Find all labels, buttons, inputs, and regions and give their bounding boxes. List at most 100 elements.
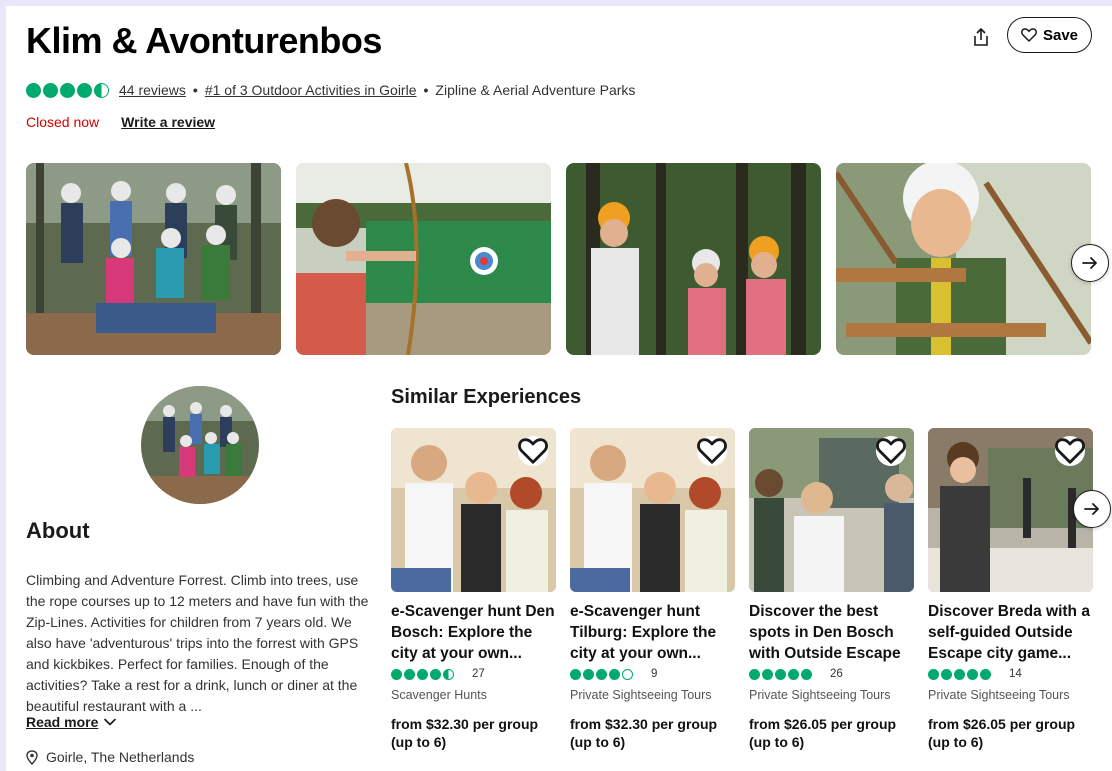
- about-heading: About: [26, 518, 90, 543]
- rating-bubble: [980, 668, 991, 680]
- card-review-count: 26: [830, 668, 843, 680]
- share-button[interactable]: [964, 20, 998, 54]
- rating-bubble: [775, 668, 786, 680]
- heart-icon: [876, 438, 906, 464]
- location-pin-icon: [26, 749, 38, 765]
- location-text: Goirle, The Netherlands: [46, 749, 195, 765]
- rating-bubbles: [570, 668, 633, 680]
- rating-bubble: [596, 668, 607, 680]
- rating-bubble: [26, 82, 41, 98]
- card-category: Private Sightseeing Tours: [570, 688, 712, 702]
- attraction-page: Klim & Avonturenbos Save 44 reviews • #1…: [6, 6, 1112, 771]
- experience-card[interactable]: e-Scavenger hunt Tilburg: Explore the ci…: [570, 428, 735, 751]
- rating-bubble: [941, 668, 952, 680]
- gallery-photo-forest[interactable]: [566, 163, 821, 355]
- rating-bubbles: [391, 668, 454, 680]
- heart-icon: [1055, 438, 1085, 464]
- rating-bubble: [954, 668, 965, 680]
- card-image[interactable]: [570, 428, 735, 592]
- category-text: Zipline & Aerial Adventure Parks: [435, 82, 636, 98]
- attraction-avatar: [141, 386, 259, 504]
- status-row: Closed now Write a review: [26, 114, 215, 130]
- rating-bubble: [967, 668, 978, 680]
- card-rating: 27: [391, 668, 556, 680]
- rating-bubble: [801, 668, 812, 680]
- card-image[interactable]: [928, 428, 1093, 592]
- card-title[interactable]: Discover Breda with a self-guided Outsid…: [928, 601, 1093, 664]
- rating-bubbles: [26, 82, 109, 98]
- card-rating: 9: [570, 668, 735, 680]
- separator: •: [192, 82, 198, 98]
- rating-bubble: [430, 668, 441, 680]
- rating-bubble: [583, 668, 594, 680]
- card-save-button[interactable]: [876, 436, 906, 466]
- card-review-count: 27: [472, 668, 485, 680]
- rating-bubble: [404, 668, 415, 680]
- read-more-label: Read more: [26, 714, 99, 730]
- experience-card[interactable]: Discover the best spots in Den Bosch wit…: [749, 428, 914, 751]
- rating-bubble: [928, 668, 939, 680]
- location-row: Goirle, The Netherlands: [26, 749, 194, 765]
- ranking-link[interactable]: #1 of 3 Outdoor Activities in Goirle: [205, 82, 417, 98]
- rating-bubble: [77, 82, 92, 98]
- card-rating: 14: [928, 668, 1093, 680]
- heart-icon: [518, 438, 548, 464]
- rating-bubble: [749, 668, 760, 680]
- similar-heading: Similar Experiences: [391, 386, 582, 408]
- card-title[interactable]: e-Scavenger hunt Tilburg: Explore the ci…: [570, 601, 735, 664]
- gallery-photo-group[interactable]: [26, 163, 281, 355]
- heart-icon: [697, 438, 727, 464]
- card-category: Private Sightseeing Tours: [749, 688, 891, 702]
- card-save-button[interactable]: [518, 436, 548, 466]
- heart-icon: [1021, 28, 1037, 42]
- save-label: Save: [1042, 26, 1079, 44]
- separator: •: [423, 82, 429, 98]
- read-more-button[interactable]: Read more: [26, 714, 117, 730]
- experience-card[interactable]: Discover Breda with a self-guided Outsid…: [928, 428, 1093, 751]
- page-title: Klim & Avonturenbos: [26, 20, 382, 61]
- gallery-photo-archery[interactable]: [296, 163, 551, 355]
- rating-bubble: [43, 82, 58, 98]
- card-rating: 26: [749, 668, 914, 680]
- rating-bubble: [391, 668, 402, 680]
- about-description: Climbing and Adventure Forrest. Climb in…: [26, 572, 369, 714]
- write-review-link[interactable]: Write a review: [121, 114, 215, 130]
- card-save-button[interactable]: [697, 436, 727, 466]
- rating-bubble: [609, 668, 620, 680]
- card-review-count: 9: [651, 668, 658, 680]
- card-category: Private Sightseeing Tours: [928, 688, 1070, 702]
- card-price: from $32.30 per group (up to 6): [570, 716, 718, 750]
- rating-bubble: [788, 668, 799, 680]
- card-image[interactable]: [391, 428, 556, 592]
- arrow-right-icon: [1082, 257, 1097, 269]
- gallery-photo-climbing-kid[interactable]: [836, 163, 1091, 355]
- card-save-button[interactable]: [1055, 436, 1085, 466]
- rating-bubble-half: [443, 668, 454, 680]
- rating-bubble-empty: [622, 668, 633, 680]
- rating-bubble: [570, 668, 581, 680]
- rating-bubble: [60, 82, 75, 98]
- share-icon: [974, 28, 988, 46]
- card-title[interactable]: e-Scavenger hunt Den Bosch: Explore the …: [391, 601, 556, 664]
- arrow-right-icon: [1084, 503, 1099, 515]
- save-button[interactable]: Save: [1007, 17, 1092, 53]
- card-price: from $26.05 per group (up to 6): [749, 716, 897, 750]
- reviews-link[interactable]: 44 reviews: [119, 82, 186, 98]
- card-price: from $26.05 per group (up to 6): [928, 716, 1076, 750]
- rating-bubble: [417, 668, 428, 680]
- open-status: Closed now: [26, 114, 100, 130]
- rating-bubbles: [749, 668, 812, 680]
- card-image[interactable]: [749, 428, 914, 592]
- card-category: Scavenger Hunts: [391, 688, 487, 702]
- gallery-next-button[interactable]: [1071, 244, 1109, 282]
- card-price: from $32.30 per group (up to 6): [391, 716, 539, 750]
- card-title[interactable]: Discover the best spots in Den Bosch wit…: [749, 601, 914, 664]
- experience-card[interactable]: e-Scavenger hunt Den Bosch: Explore the …: [391, 428, 556, 751]
- rating-bubble-half: [94, 82, 109, 98]
- similar-next-button[interactable]: [1073, 490, 1111, 528]
- rating-bubbles: [928, 668, 991, 680]
- rating-bubble: [762, 668, 773, 680]
- card-review-count: 14: [1009, 668, 1022, 680]
- chevron-down-icon: [104, 718, 117, 726]
- rating-row: 44 reviews • #1 of 3 Outdoor Activities …: [26, 80, 635, 100]
